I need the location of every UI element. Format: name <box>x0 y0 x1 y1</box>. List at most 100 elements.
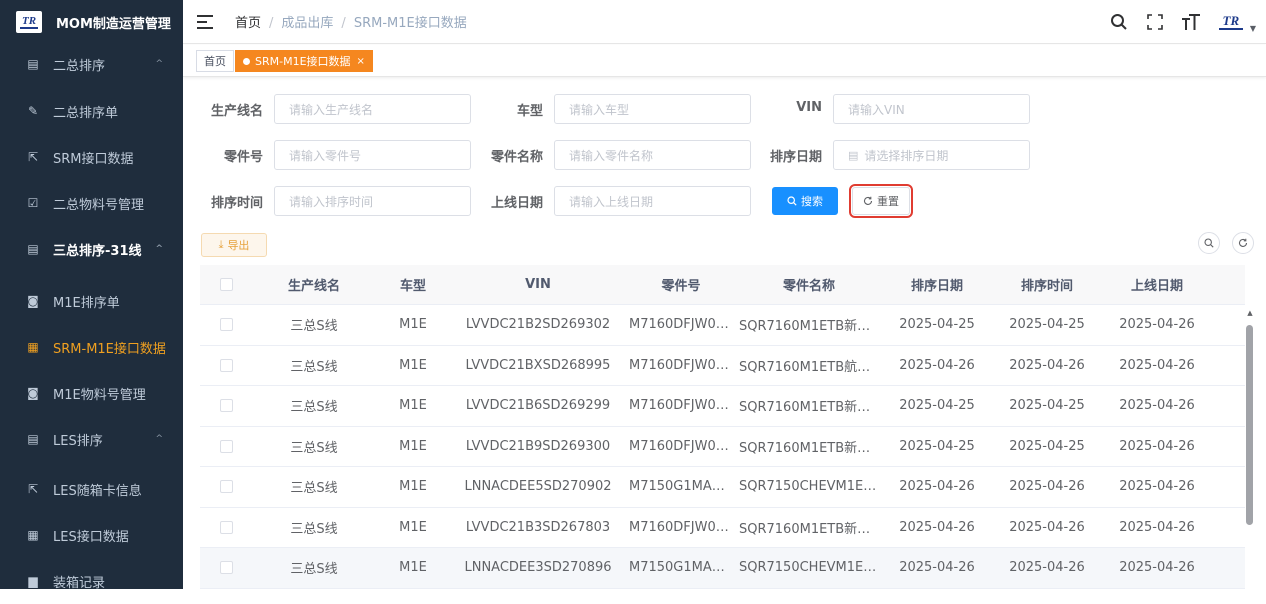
col-partname: 零件名称 <box>782 279 835 294</box>
cell-model: M1E <box>399 317 427 333</box>
edit-icon: ✎ <box>27 104 39 118</box>
sortdate-label: 排序日期 <box>769 150 822 165</box>
cell-line: 三总S线 <box>290 440 338 456</box>
cell-model: M1E <box>399 398 427 414</box>
caret-down-icon[interactable]: ▼ <box>1250 24 1256 33</box>
cell-partname: SQR7160M1ETB新卡… <box>739 521 879 537</box>
cell-part: M7160DFJW0103 <box>629 317 733 333</box>
cell-line: 三总S线 <box>290 481 338 497</box>
fullscreen-icon[interactable] <box>1144 11 1166 33</box>
tag-home[interactable]: 首页 <box>196 50 234 72</box>
cell-part: M7160DFJW0103 <box>629 438 733 454</box>
table-row[interactable]: 三总S线 M1E LNNACDEE3SD270896 M7150G1MA00… SQR7… <box>200 548 1245 589</box>
reset-button[interactable]: 重置 <box>849 184 913 218</box>
cell-online: 2025-04-26 <box>1119 398 1195 414</box>
sidebar-item-9[interactable]: ⇱ LES随箱卡信息 <box>0 466 183 512</box>
sorttime-input[interactable]: 请输入排序时间 <box>274 186 471 216</box>
sidebar-item-5[interactable]: ◙ M1E排序单 <box>0 278 183 324</box>
table-row[interactable]: 三总S线 M1E LNNACDEE5SD270902 M7150G1MA00… SQR7… <box>200 467 1245 508</box>
cell-model: M1E <box>399 479 427 495</box>
chevron-up-icon[interactable]: ^ <box>155 434 163 444</box>
breadcrumb-current: SRM-M1E接口数据 <box>353 16 467 31</box>
sortdate-picker[interactable]: ▤ 请选择排序日期 <box>833 140 1030 170</box>
cell-part: M7150G1MA00… <box>629 560 733 576</box>
font-size-icon[interactable] <box>1180 11 1202 33</box>
row-checkbox[interactable] <box>219 318 233 332</box>
download-icon: ⤓ <box>218 238 224 251</box>
online-input[interactable]: 请输入上线日期 <box>554 186 751 216</box>
table-row[interactable]: 三总S线 M1E LVVDC21B9SD269300 M7160DFJW0103 SQR… <box>200 427 1245 467</box>
cell-line: 三总S线 <box>290 359 338 375</box>
breadcrumb-outbound[interactable]: 成品出库 <box>281 16 333 31</box>
cell-model: M1E <box>399 519 427 535</box>
sidebar-item-label: 三总排序-31线 <box>53 243 142 259</box>
export-button[interactable]: ⤓ 导出 <box>201 233 267 257</box>
sidebar-item-label: 二总排序 <box>53 58 106 74</box>
menu-toggle-icon[interactable] <box>197 14 213 29</box>
cell-online: 2025-04-26 <box>1119 479 1195 495</box>
search-icon <box>1204 238 1214 248</box>
row-checkbox[interactable] <box>219 439 233 453</box>
col-vin: VIN <box>525 277 551 292</box>
breadcrumb-home[interactable]: 首页 <box>235 16 261 31</box>
col-part: 零件号 <box>661 279 701 294</box>
sidebar-item-8[interactable]: ▤ LES排序 ^ <box>0 416 183 462</box>
vin-input[interactable]: 请输入VIN <box>833 94 1030 124</box>
partname-input[interactable]: 请输入零件名称 <box>554 140 751 170</box>
table-scrollbar[interactable]: ▲ <box>1246 305 1254 589</box>
table-row[interactable]: 三总S线 M1E LVVDC21B6SD269299 M7160DFJW0103 SQR… <box>200 386 1245 427</box>
scroll-up-icon[interactable]: ▲ <box>1246 309 1254 317</box>
sidebar-item-3[interactable]: ☑ 二总物料号管理 <box>0 180 183 226</box>
search-icon[interactable] <box>1108 11 1130 33</box>
row-checkbox[interactable] <box>219 520 233 534</box>
user-avatar[interactable]: TR <box>1216 11 1246 33</box>
part-input[interactable]: 请输入零件号 <box>274 140 471 170</box>
cell-line: 三总S线 <box>290 319 338 335</box>
sidebar-item-4[interactable]: ▤ 三总排序-31线 ^ <box>0 226 183 272</box>
cell-partname: SQR7160M1ETB新碳… <box>739 319 879 335</box>
sidebar-item-0[interactable]: ▤ 二总排序 ^ <box>0 41 183 87</box>
table-row[interactable]: 三总S线 M1E LVVDC21B3SD267803 M7160DFJW0103 SQR… <box>200 508 1245 548</box>
model-input[interactable]: 请输入车型 <box>554 94 751 124</box>
model-label: 车型 <box>516 104 543 119</box>
row-checkbox[interactable] <box>219 561 233 575</box>
tags-view: 首页 SRM-M1E接口数据 × <box>183 45 1266 77</box>
cell-model: M1E <box>399 438 427 454</box>
cell-partname: SQR7150CHEVM1E0… <box>739 560 879 576</box>
cell-online: 2025-04-26 <box>1119 519 1195 535</box>
refresh-icon <box>864 196 873 205</box>
refresh-table-button[interactable] <box>1232 232 1254 254</box>
search-button[interactable]: 搜索 <box>772 187 838 215</box>
cell-line: 三总S线 <box>290 521 338 537</box>
cell-partname: SQR7160M1ETB航空… <box>739 359 879 375</box>
col-line: 生产线名 <box>287 279 340 294</box>
document-icon: ▆ <box>28 574 38 588</box>
tag-srm-m1e[interactable]: SRM-M1E接口数据 × <box>235 50 373 72</box>
chevron-up-icon[interactable]: ^ <box>155 244 163 254</box>
row-checkbox[interactable] <box>219 358 233 372</box>
row-checkbox[interactable] <box>219 480 233 494</box>
table-row[interactable]: 三总S线 M1E LVVDC21B2SD269302 M7160DFJW0103 SQR… <box>200 305 1245 346</box>
chevron-up-icon[interactable]: ^ <box>155 59 163 69</box>
sidebar-item-label: SRM-M1E接口数据 <box>53 341 166 357</box>
sidebar-item-1[interactable]: ✎ 二总排序单 <box>0 88 183 134</box>
close-icon[interactable]: × <box>357 56 365 67</box>
cell-sortdate: 2025-04-25 <box>899 398 975 414</box>
company-logo: TR <box>16 11 42 33</box>
scroll-thumb[interactable] <box>1246 325 1253 525</box>
toggle-search-button[interactable] <box>1198 232 1220 254</box>
sidebar-item-6[interactable]: ▦ SRM-M1E接口数据 <box>0 324 183 370</box>
list-icon: ▤ <box>27 57 39 71</box>
table-row[interactable]: 三总S线 M1E LVVDC21BXSD268995 M7160DFJW0103 SQR… <box>200 346 1245 386</box>
select-all-checkbox[interactable] <box>219 278 233 291</box>
sidebar-item-11[interactable]: ▆ 装箱记录 <box>0 558 183 604</box>
row-checkbox[interactable] <box>219 399 233 413</box>
cell-sortdate: 2025-04-26 <box>899 357 975 373</box>
line-input[interactable]: 请输入生产线名 <box>274 94 471 124</box>
sidebar-item-10[interactable]: ▦ LES接口数据 <box>0 512 183 558</box>
sidebar-item-2[interactable]: ⇱ SRM接口数据 <box>0 134 183 180</box>
cell-sorttime: 2025-04-26 <box>1009 357 1085 373</box>
active-dot-icon <box>243 57 250 65</box>
cell-part: M7160DFJW0103 <box>629 519 733 535</box>
sidebar-item-7[interactable]: ◙ M1E物料号管理 <box>0 370 183 416</box>
